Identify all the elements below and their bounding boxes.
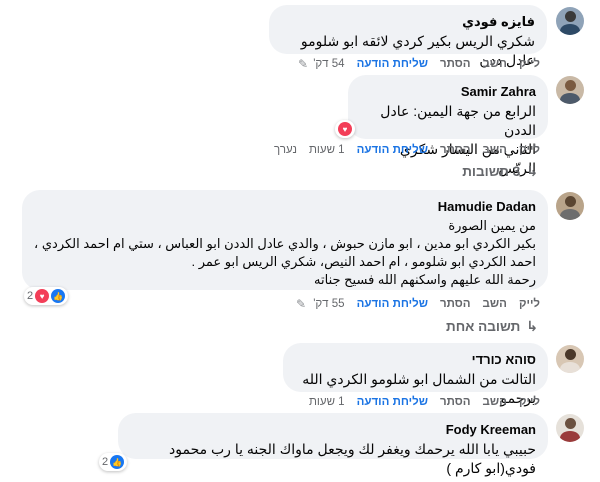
edited-label[interactable]: נערך	[274, 144, 297, 156]
like-button[interactable]: לייק	[519, 396, 540, 408]
comment-actions: לייק השב הסתר שליחת הודעה 1 שעות נערך	[274, 144, 540, 156]
love-reaction-icon: ♥	[35, 289, 50, 303]
comment-time[interactable]: 1 שעות	[309, 144, 345, 156]
reply-button[interactable]: השב	[483, 144, 507, 156]
comment-text: حبيبي يابا الله يرحمك ويغفر لك ويجعل ماو…	[169, 441, 536, 476]
comment-bubble: فايزه فودي شكري الريس بكير كردي لائقه اب…	[269, 5, 547, 68]
hide-button[interactable]: הסתר	[440, 58, 471, 70]
comment-author[interactable]: فايزه فودي	[281, 13, 535, 30]
pencil-icon[interactable]: ✎	[298, 57, 308, 71]
send-message-button[interactable]: שליחת הודעה	[357, 298, 428, 310]
replies-count[interactable]: תשובה אחת	[446, 319, 520, 334]
hide-button[interactable]: הסתר	[440, 298, 471, 310]
comment-author[interactable]: סוהא כורדי	[295, 351, 536, 368]
comment-text: من يمين الصورة بكير الكردي ابو مدين ، اب…	[34, 218, 536, 287]
reaction-count: 2	[27, 290, 34, 302]
replies-count[interactable]: 3 תשובות	[462, 164, 520, 179]
comment-author[interactable]: Hamudie Dadan	[34, 198, 536, 215]
reaction-count: 2	[102, 456, 109, 468]
send-message-button[interactable]: שליחת הודעה	[357, 144, 428, 156]
love-reaction-icon: ♥	[338, 122, 352, 136]
comment-actions: לייק השב הסתר שליחת הודעה 55 דק'	[313, 298, 540, 310]
avatar[interactable]	[556, 192, 584, 220]
avatar[interactable]	[556, 414, 584, 442]
comment-actions: לייק השב הסתר שליחת הודעה 54 דק'	[313, 58, 540, 70]
comment-bubble: Hamudie Dadan من يمين الصورة بكير الكردي…	[22, 190, 548, 290]
view-replies-link[interactable]: ↳ תשובה אחת	[446, 318, 538, 335]
like-button[interactable]: לייק	[519, 58, 540, 70]
comment-bubble: Fody Kreeman حبيبي يابا الله يرحمك ويغفر…	[118, 413, 548, 476]
avatar[interactable]	[556, 345, 584, 373]
reaction-badge[interactable]: ♥	[335, 120, 355, 138]
comment-bubble: Samir Zahra الرابع من جهة اليمين: عادل ا…	[348, 75, 548, 176]
avatar[interactable]	[556, 7, 584, 35]
like-reaction-icon: 👍	[110, 455, 125, 469]
comment-bubble: סוהא כורדי التالت من الشمال ابو شلومو ال…	[283, 343, 548, 406]
reply-arrow-icon: ↳	[526, 163, 538, 179]
reaction-badge[interactable]: 2 ♥ 👍	[24, 287, 69, 305]
comment-time[interactable]: 54 דק'	[313, 58, 344, 70]
like-reaction-icon: 👍	[51, 289, 66, 303]
view-replies-link[interactable]: ↳ 3 תשובות	[462, 163, 538, 180]
send-message-button[interactable]: שליחת הודעה	[357, 58, 428, 70]
pencil-icon[interactable]: ✎	[296, 297, 306, 311]
comment-author[interactable]: Samir Zahra	[360, 83, 536, 100]
comment-actions: לייק השב הסתר שליחת הודעה 1 שעות	[309, 396, 540, 408]
like-button[interactable]: לייק	[519, 298, 540, 310]
reply-arrow-icon: ↳	[526, 318, 538, 334]
hide-button[interactable]: הסתר	[440, 144, 471, 156]
send-message-button[interactable]: שליחת הודעה	[357, 396, 428, 408]
comment-time[interactable]: 1 שעות	[309, 396, 345, 408]
hide-button[interactable]: הסתר	[440, 396, 471, 408]
comment-author[interactable]: Fody Kreeman	[130, 421, 536, 438]
avatar[interactable]	[556, 76, 584, 104]
comment-time[interactable]: 55 דק'	[313, 298, 344, 310]
reply-button[interactable]: השב	[483, 298, 507, 310]
reaction-badge[interactable]: 2 👍	[99, 453, 128, 471]
like-button[interactable]: לייק	[519, 144, 540, 156]
reply-button[interactable]: השב	[483, 58, 507, 70]
reply-button[interactable]: השב	[483, 396, 507, 408]
